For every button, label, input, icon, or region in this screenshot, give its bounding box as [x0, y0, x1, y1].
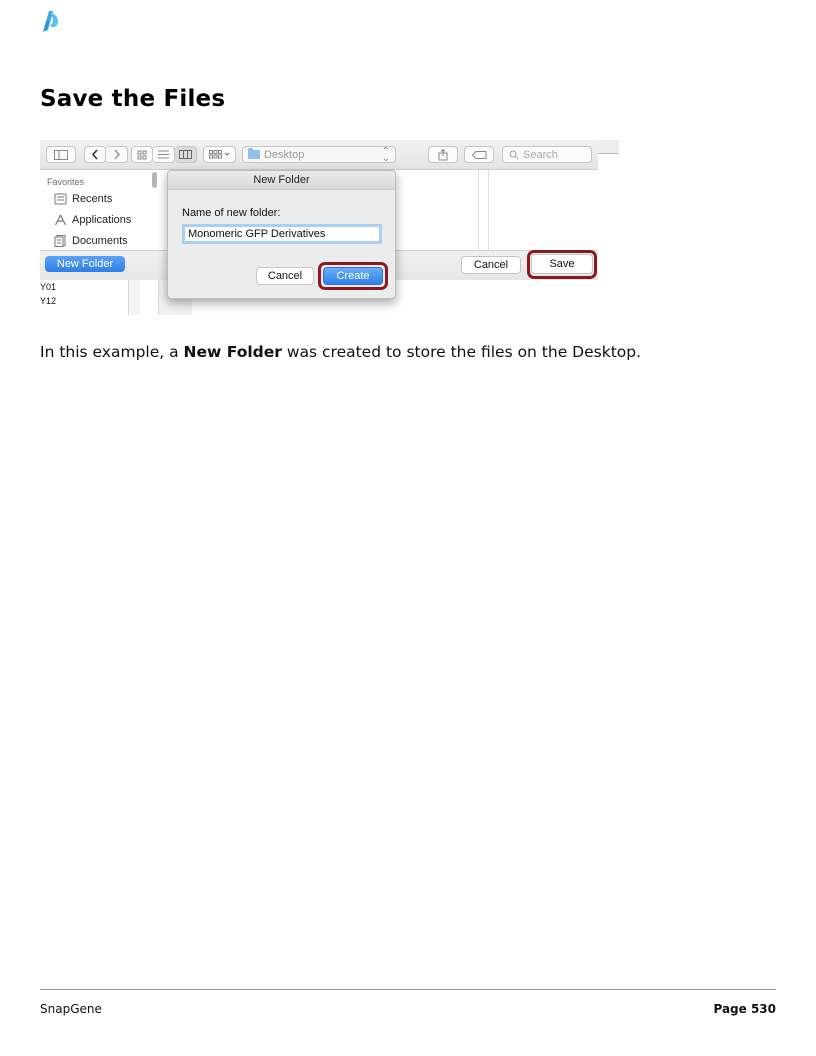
sidebar-heading: Favorites — [47, 177, 85, 187]
location-dropdown[interactable]: Desktop ⌃ ⌄ — [242, 146, 396, 164]
create-button[interactable]: Create — [323, 267, 383, 285]
sidebar-item-label: Recents — [72, 193, 113, 205]
snapgene-logo — [43, 11, 59, 32]
body-text-start: In this example, a — [40, 343, 184, 361]
recents-icon — [54, 193, 67, 205]
body-text-emphasis: New Folder — [183, 343, 282, 361]
applications-icon — [54, 214, 67, 226]
list-view-button[interactable] — [153, 146, 175, 163]
body-paragraph: In this example, a New Folder was create… — [40, 343, 641, 361]
column-view-button[interactable] — [175, 146, 197, 163]
sidebar-toggle-button[interactable] — [46, 146, 76, 163]
tag-icon — [471, 150, 486, 159]
column-divider — [488, 170, 489, 250]
sidebar-item-applications[interactable]: Applications — [54, 214, 131, 226]
arrange-button[interactable] — [203, 146, 236, 163]
tags-button[interactable] — [464, 146, 494, 163]
folder-name-label: Name of new folder: — [182, 207, 281, 219]
arrange-icon — [208, 150, 229, 159]
documents-icon — [54, 235, 66, 247]
sidebar-scrollbar[interactable] — [152, 172, 157, 188]
columns-icon — [179, 150, 192, 159]
sidebar-item-label: Documents — [72, 235, 128, 247]
forward-button[interactable] — [106, 146, 128, 163]
footer-product-name: SnapGene — [40, 1002, 102, 1016]
sidebar-item-documents[interactable]: Documents — [54, 235, 128, 247]
sidebar-item-label: Applications — [72, 214, 132, 226]
folder-name-input[interactable]: Monomeric GFP Derivatives — [182, 224, 382, 244]
body-text-end: was created to store the files on the De… — [281, 343, 642, 361]
dialog-cancel-button[interactable]: Cancel — [256, 267, 314, 285]
search-icon — [509, 150, 519, 159]
sidebar-toggle-icon — [54, 149, 68, 160]
list-icon — [158, 150, 169, 159]
background-column — [128, 280, 140, 315]
list-item: Y12 — [40, 296, 57, 306]
background-file-list: Y01 Y12 — [40, 280, 170, 315]
share-icon — [438, 148, 448, 160]
save-dialog-screenshot: Desktop ⌃ ⌄ Search Favorites Recents Appl… — [40, 140, 619, 315]
cancel-button[interactable]: Cancel — [461, 256, 521, 274]
save-button[interactable]: Save — [531, 254, 593, 274]
updown-chevron-icon: ⌃ ⌄ — [381, 146, 390, 164]
dialog-title: New Folder — [168, 171, 395, 190]
new-folder-dialog: New Folder Name of new folder: Monomeric… — [167, 170, 396, 299]
column-divider — [478, 170, 479, 250]
sidebar-item-recents[interactable]: Recents — [54, 193, 112, 205]
chevron-right-icon — [113, 149, 120, 160]
search-placeholder: Search — [523, 148, 558, 161]
share-button[interactable] — [428, 146, 458, 163]
finder-toolbar: Desktop ⌃ ⌄ Search — [40, 140, 598, 170]
window-edge — [598, 140, 619, 154]
list-item: Y01 — [40, 282, 57, 292]
folder-icon — [248, 148, 260, 159]
footer-divider — [40, 989, 776, 990]
grid-icon — [137, 150, 147, 159]
search-input[interactable]: Search — [502, 146, 592, 163]
page-title: Save the Files — [40, 86, 226, 112]
back-button[interactable] — [84, 146, 106, 163]
icon-view-button[interactable] — [131, 146, 153, 163]
new-folder-button[interactable]: New Folder — [45, 256, 125, 272]
footer-page-number: Page 530 — [713, 1002, 776, 1016]
chevron-left-icon — [91, 149, 98, 160]
location-label: Desktop — [264, 148, 305, 161]
